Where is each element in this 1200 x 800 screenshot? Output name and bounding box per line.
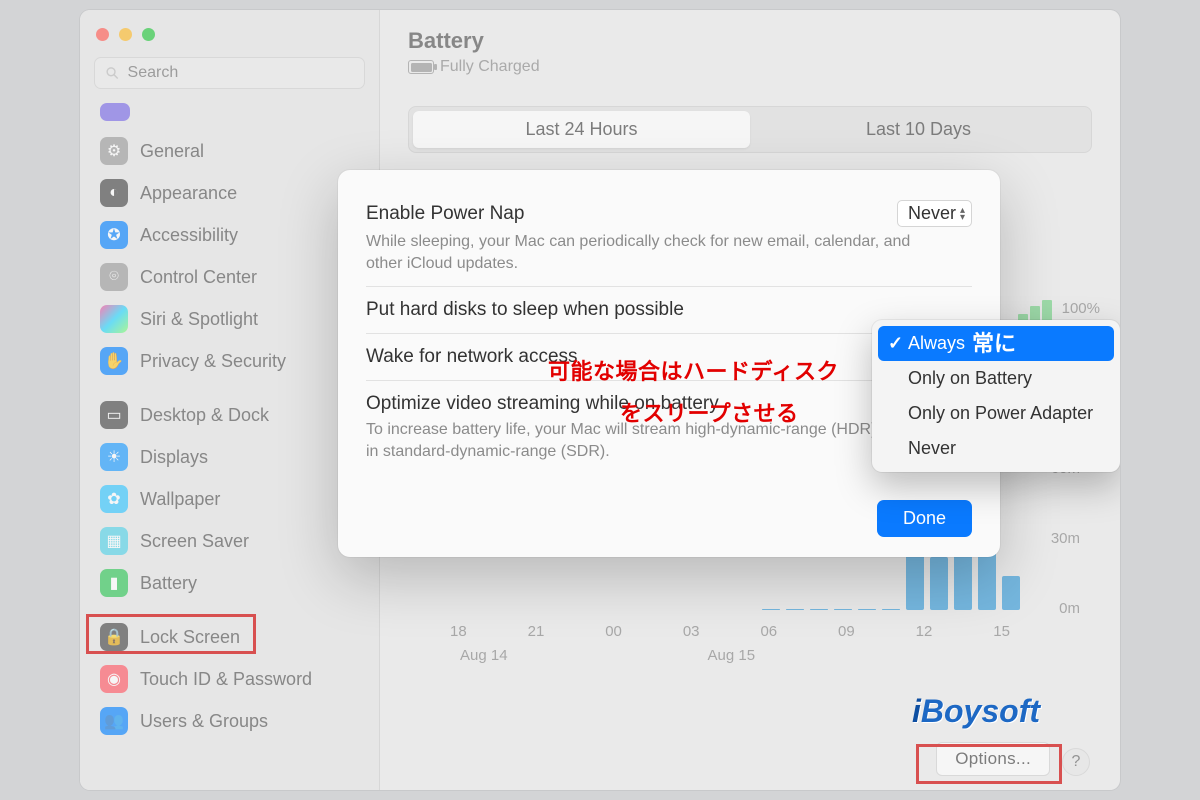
sidebar-item-general[interactable]: ⚙︎ General xyxy=(94,131,365,171)
axis-label: 06 xyxy=(760,623,777,640)
sidebar-item-label: General xyxy=(140,141,204,162)
sidebar-item-control-center[interactable]: ⌾ Control Center xyxy=(94,257,365,297)
time-range-segmented: Last 24 Hours Last 10 Days xyxy=(408,106,1092,153)
siri-icon xyxy=(100,305,128,333)
battery-icon: ▮ xyxy=(100,569,128,597)
sidebar-item-wallpaper[interactable]: ✿ Wallpaper xyxy=(94,479,365,519)
tab-last-10-days[interactable]: Last 10 Days xyxy=(750,111,1087,148)
axis-label: Aug 15 xyxy=(708,647,756,664)
sidebar-item-appleid[interactable] xyxy=(100,103,130,121)
users-icon: 👥 xyxy=(100,707,128,735)
options-button[interactable]: Options... xyxy=(936,742,1050,776)
axis-label: 00 xyxy=(605,623,622,640)
sidebar-item-desktop-dock[interactable]: ▭ Desktop & Dock xyxy=(94,395,365,435)
sidebar-item-users[interactable]: 👥 Users & Groups xyxy=(94,701,365,741)
hand-icon: ✋ xyxy=(100,347,128,375)
search-icon xyxy=(105,65,120,81)
help-button[interactable]: ? xyxy=(1062,748,1090,776)
axis-label: Aug 14 xyxy=(460,647,508,664)
lock-icon: 🔒 xyxy=(100,623,128,651)
battery-status-icon xyxy=(408,60,434,74)
zoom-icon[interactable] xyxy=(142,28,155,41)
option-title: Put hard disks to sleep when possible xyxy=(366,299,684,321)
minimize-icon[interactable] xyxy=(119,28,132,41)
done-button[interactable]: Done xyxy=(877,500,972,537)
option-title: Enable Power Nap xyxy=(366,203,524,225)
sidebar-item-label: Displays xyxy=(140,447,208,468)
option-title: Optimize video streaming while on batter… xyxy=(366,393,719,415)
sidebar-item-label: Siri & Spotlight xyxy=(140,309,258,330)
sidebar-item-privacy[interactable]: ✋ Privacy & Security xyxy=(94,341,365,381)
axis-label: 12 xyxy=(916,623,933,640)
wallpaper-icon: ✿ xyxy=(100,485,128,513)
option-title: Wake for network access xyxy=(366,346,578,368)
option-desc: To increase battery life, your Mac will … xyxy=(366,419,926,462)
sidebar-item-label: Screen Saver xyxy=(140,531,249,552)
axis-label: 30m xyxy=(1051,530,1080,547)
page-subtitle: Fully Charged xyxy=(408,58,1092,76)
sidebar-item-lock-screen[interactable]: 🔒 Lock Screen xyxy=(94,617,365,657)
close-icon[interactable] xyxy=(96,28,109,41)
power-nap-popup[interactable]: Never ▴▾ xyxy=(897,200,972,227)
sidebar-item-accessibility[interactable]: ✪ Accessibility xyxy=(94,215,365,255)
accessibility-icon: ✪ xyxy=(100,221,128,249)
gear-icon: ⚙︎ xyxy=(100,137,128,165)
sidebar-item-label: Privacy & Security xyxy=(140,351,286,372)
brightness-icon: ☀︎ xyxy=(100,443,128,471)
sidebar-item-displays[interactable]: ☀︎ Displays xyxy=(94,437,365,477)
sidebar-item-label: Lock Screen xyxy=(140,627,240,648)
window-controls xyxy=(94,24,365,57)
sidebar-item-battery[interactable]: ▮ Battery xyxy=(94,563,365,603)
axis-label: 21 xyxy=(528,623,545,640)
sidebar: ⚙︎ General ◐ Appearance ✪ Accessibility ⌾ Co… xyxy=(80,10,380,790)
tab-last-24-hours[interactable]: Last 24 Hours xyxy=(413,111,750,148)
dock-icon: ▭ xyxy=(100,401,128,429)
page-title: Battery xyxy=(408,28,1092,54)
option-desc: While sleeping, your Mac can periodicall… xyxy=(366,231,926,274)
option-power-nap: Enable Power Nap Never ▴▾ While sleeping… xyxy=(366,196,972,286)
dropdown-item-only-adapter[interactable]: Only on Power Adapter xyxy=(878,396,1114,431)
sidebar-item-label: Touch ID & Password xyxy=(140,669,312,690)
dropdown-item-never[interactable]: Never xyxy=(878,431,1114,466)
sidebar-item-label: Control Center xyxy=(140,267,257,288)
search-field[interactable] xyxy=(94,57,365,89)
settings-window: ⚙︎ General ◐ Appearance ✪ Accessibility ⌾ Co… xyxy=(80,10,1120,790)
axis-label: 09 xyxy=(838,623,855,640)
chevron-updown-icon: ▴▾ xyxy=(960,207,965,221)
dropdown-item-always[interactable]: Always xyxy=(878,326,1114,361)
sidebar-item-screen-saver[interactable]: ▦ Screen Saver xyxy=(94,521,365,561)
sidebar-item-label: Battery xyxy=(140,573,197,594)
axis-label: 03 xyxy=(683,623,700,640)
sidebar-item-label: Wallpaper xyxy=(140,489,220,510)
axis-label: 15 xyxy=(993,623,1010,640)
sidebar-item-label: Desktop & Dock xyxy=(140,405,269,426)
sidebar-item-touch-id[interactable]: ◉ Touch ID & Password xyxy=(94,659,365,699)
sidebar-item-appearance[interactable]: ◐ Appearance xyxy=(94,173,365,213)
appearance-icon: ◐ xyxy=(100,179,128,207)
sidebar-item-siri[interactable]: Siri & Spotlight xyxy=(94,299,365,339)
axis-label: 100% xyxy=(1062,300,1100,317)
sidebar-item-label: Users & Groups xyxy=(140,711,268,732)
dropdown-item-only-battery[interactable]: Only on Battery xyxy=(878,361,1114,396)
sidebar-item-label: Appearance xyxy=(140,183,237,204)
control-center-icon: ⌾ xyxy=(100,263,128,291)
screensaver-icon: ▦ xyxy=(100,527,128,555)
search-input[interactable] xyxy=(128,64,354,82)
axis-label: 0m xyxy=(1059,600,1080,617)
axis-label: 18 xyxy=(450,623,467,640)
fingerprint-icon: ◉ xyxy=(100,665,128,693)
hard-disk-sleep-dropdown: Always Only on Battery Only on Power Ada… xyxy=(872,320,1120,472)
sidebar-item-label: Accessibility xyxy=(140,225,238,246)
